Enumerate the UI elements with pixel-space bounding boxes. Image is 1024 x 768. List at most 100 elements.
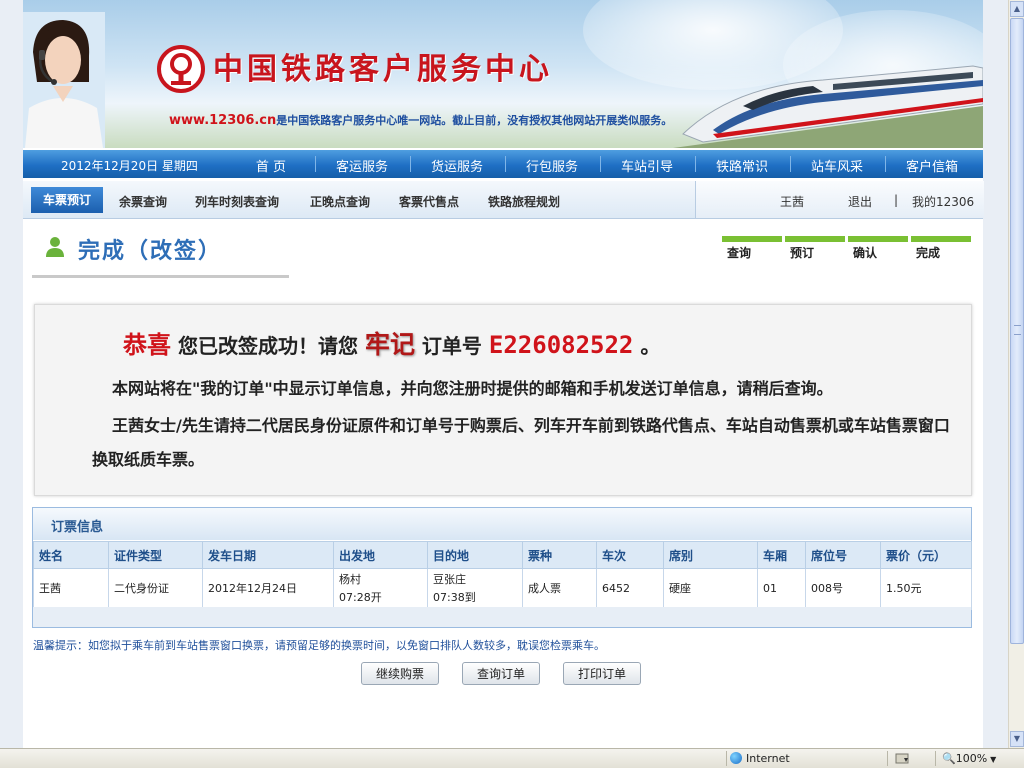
page-content: 中国铁路客户服务中心 www.12306.cn是中国铁路客户服务中心唯一网站。截… xyxy=(23,0,984,748)
nav-separator xyxy=(315,156,316,172)
page-heading: 完成（改签） xyxy=(32,229,289,278)
site-url[interactable]: www.12306.cn xyxy=(169,113,276,128)
nav-separator xyxy=(505,156,506,172)
ticket-info-header: 订票信息 xyxy=(33,508,971,540)
nav-railway-knowledge[interactable]: 铁路常识 xyxy=(714,156,770,175)
nav-separator xyxy=(695,156,696,172)
step-indicator xyxy=(911,236,971,242)
banner-notice-text: 是中国铁路客户服务中心唯一网站。截止目前，没有授权其他网站开展类似服务。 xyxy=(276,114,673,127)
banner-notice: www.12306.cn是中国铁路客户服务中心唯一网站。截止目前，没有授权其他网… xyxy=(169,112,672,128)
step-confirm: 确认 xyxy=(848,236,908,261)
continue-booking-button[interactable]: 继续购票 xyxy=(361,662,439,685)
scroll-down-arrow-icon[interactable]: ▼ xyxy=(1010,731,1024,747)
passenger-name: 王茜 xyxy=(33,568,109,610)
tab-journey-planner[interactable]: 铁路旅程规划 xyxy=(488,193,560,210)
seat-number: 008号 xyxy=(805,568,881,610)
nav-separator xyxy=(885,156,886,172)
column-header: 车厢 xyxy=(757,541,806,569)
step-indicator xyxy=(722,236,782,242)
arrival-cell: 豆张庄 07:38到 xyxy=(427,568,523,610)
arrival-time: 07:38到 xyxy=(433,591,476,604)
nav-home[interactable]: 首 页 xyxy=(248,156,294,175)
nav-luggage-service[interactable]: 行包服务 xyxy=(524,156,580,175)
china-railway-logo-icon xyxy=(157,45,205,93)
vertical-scrollbar[interactable]: ▲ ▼ xyxy=(1008,0,1024,748)
arrival-station: 豆张庄 xyxy=(433,573,466,586)
page-right-margin xyxy=(983,0,1008,748)
user-box: 王茜 退出 | 我的12306 xyxy=(695,181,984,218)
column-header: 席位号 xyxy=(805,541,881,569)
column-header: 票种 xyxy=(522,541,597,569)
step-indicator xyxy=(848,236,908,242)
column-header: 席别 xyxy=(663,541,758,569)
table-row: 王茜 二代身份证 2012年12月24日 杨村 07:28开 豆张庄 07:38… xyxy=(33,568,972,610)
browser-viewport: 中国铁路客户服务中心 www.12306.cn是中国铁路客户服务中心唯一网站。截… xyxy=(0,0,1024,748)
my-12306-link[interactable]: 我的12306 xyxy=(912,193,974,210)
user-name: 王茜 xyxy=(780,195,805,209)
step-label: 确认 xyxy=(853,246,878,260)
scrollbar-grip-icon xyxy=(1014,325,1021,335)
step-indicator xyxy=(785,236,845,242)
table-header-row: 姓名 证件类型 发车日期 出发地 目的地 票种 车次 席别 车厢 席位号 票价（… xyxy=(33,541,972,569)
tab-ticket-booking[interactable]: 车票预订 xyxy=(31,187,103,213)
tab-delay-query[interactable]: 正晚点查询 xyxy=(310,193,370,210)
column-header: 发车日期 xyxy=(202,541,334,569)
step-booking: 预订 xyxy=(785,236,845,261)
order-number: E226082522 xyxy=(488,331,634,359)
zoom-level: 100% xyxy=(955,752,988,765)
departure-cell: 杨村 07:28开 xyxy=(333,568,428,610)
nav-station-gallery[interactable]: 站车风采 xyxy=(809,156,865,175)
user-separator: | xyxy=(894,193,899,207)
main-navigation: 2012年12月20日 星期四 首 页 客运服务 货运服务 行包服务 车站引导 … xyxy=(23,150,983,178)
step-label: 预订 xyxy=(790,246,815,260)
high-speed-train-image xyxy=(673,65,983,148)
ticket-table: 姓名 证件类型 发车日期 出发地 目的地 票种 车次 席别 车厢 席位号 票价（… xyxy=(33,541,972,610)
congrats-text: 恭喜 xyxy=(123,331,171,359)
current-date: 2012年12月20日 星期四 xyxy=(61,159,198,173)
ticket-collection-info: 王茜女士/先生请持二代居民身份证原件和订单号于购票后、列车开车前到铁路代售点、车… xyxy=(92,416,950,469)
ticket-type: 成人票 xyxy=(522,568,597,610)
ticket-info-title: 订票信息 xyxy=(51,520,104,535)
column-header: 姓名 xyxy=(33,541,109,569)
nav-separator xyxy=(600,156,601,172)
statusbar-divider xyxy=(726,751,727,766)
page-title: 完成（改签） xyxy=(78,239,223,264)
chevron-down-icon: ▼ xyxy=(990,755,997,764)
ticket-table-footer xyxy=(33,607,971,627)
print-order-button[interactable]: 打印订单 xyxy=(563,662,641,685)
id-type: 二代身份证 xyxy=(108,568,203,610)
query-order-button[interactable]: 查询订单 xyxy=(462,662,540,685)
seat-class: 硬座 xyxy=(663,568,758,610)
step-label: 完成 xyxy=(916,246,941,260)
tab-agency-outlets[interactable]: 客票代售点 xyxy=(399,193,459,210)
tab-timetable[interactable]: 列车时刻表查询 xyxy=(195,193,279,210)
coach-number: 01 xyxy=(757,568,806,610)
step-label: 查询 xyxy=(727,246,752,260)
scroll-up-arrow-icon[interactable]: ▲ xyxy=(1010,1,1024,17)
departure-station: 杨村 xyxy=(339,573,361,586)
customer-service-operator-image xyxy=(23,12,105,148)
security-zone[interactable]: Internet xyxy=(730,752,790,765)
column-header: 目的地 xyxy=(427,541,523,569)
nav-freight-service[interactable]: 货运服务 xyxy=(429,156,485,175)
success-text: 您已改签成功！请您 xyxy=(177,334,358,358)
zoom-control[interactable]: 🔍100% ▼ xyxy=(942,752,996,765)
scrollbar-thumb[interactable] xyxy=(1010,18,1024,644)
tab-remaining-tickets[interactable]: 余票查询 xyxy=(119,193,167,210)
globe-icon xyxy=(730,752,742,764)
protected-mode-icon[interactable] xyxy=(895,752,909,765)
nav-station-guide[interactable]: 车站引导 xyxy=(619,156,675,175)
ticket-info-panel: 订票信息 姓名 证件类型 发车日期 出发地 目的地 票种 车次 席别 车厢 席位… xyxy=(32,507,972,628)
page-left-margin xyxy=(0,0,23,748)
reminder-tip: 温馨提示：如您拟于乘车前到车站售票窗口换票，请预留足够的换票时间，以免窗口排队人… xyxy=(33,639,605,652)
column-header: 出发地 xyxy=(333,541,428,569)
success-end: 。 xyxy=(640,334,661,358)
nav-separator xyxy=(410,156,411,172)
logout-link[interactable]: 退出 xyxy=(848,193,872,210)
column-header: 票价（元） xyxy=(880,541,972,569)
departure-date: 2012年12月24日 xyxy=(202,568,334,610)
nav-passenger-service[interactable]: 客运服务 xyxy=(334,156,390,175)
nav-customer-mailbox[interactable]: 客户信箱 xyxy=(904,156,960,175)
site-banner: 中国铁路客户服务中心 www.12306.cn是中国铁路客户服务中心唯一网站。截… xyxy=(23,0,983,148)
order-display-info: 本网站将在"我的订单"中显示订单信息，并向您注册时提供的邮箱和手机发送订单信息，… xyxy=(112,379,833,398)
